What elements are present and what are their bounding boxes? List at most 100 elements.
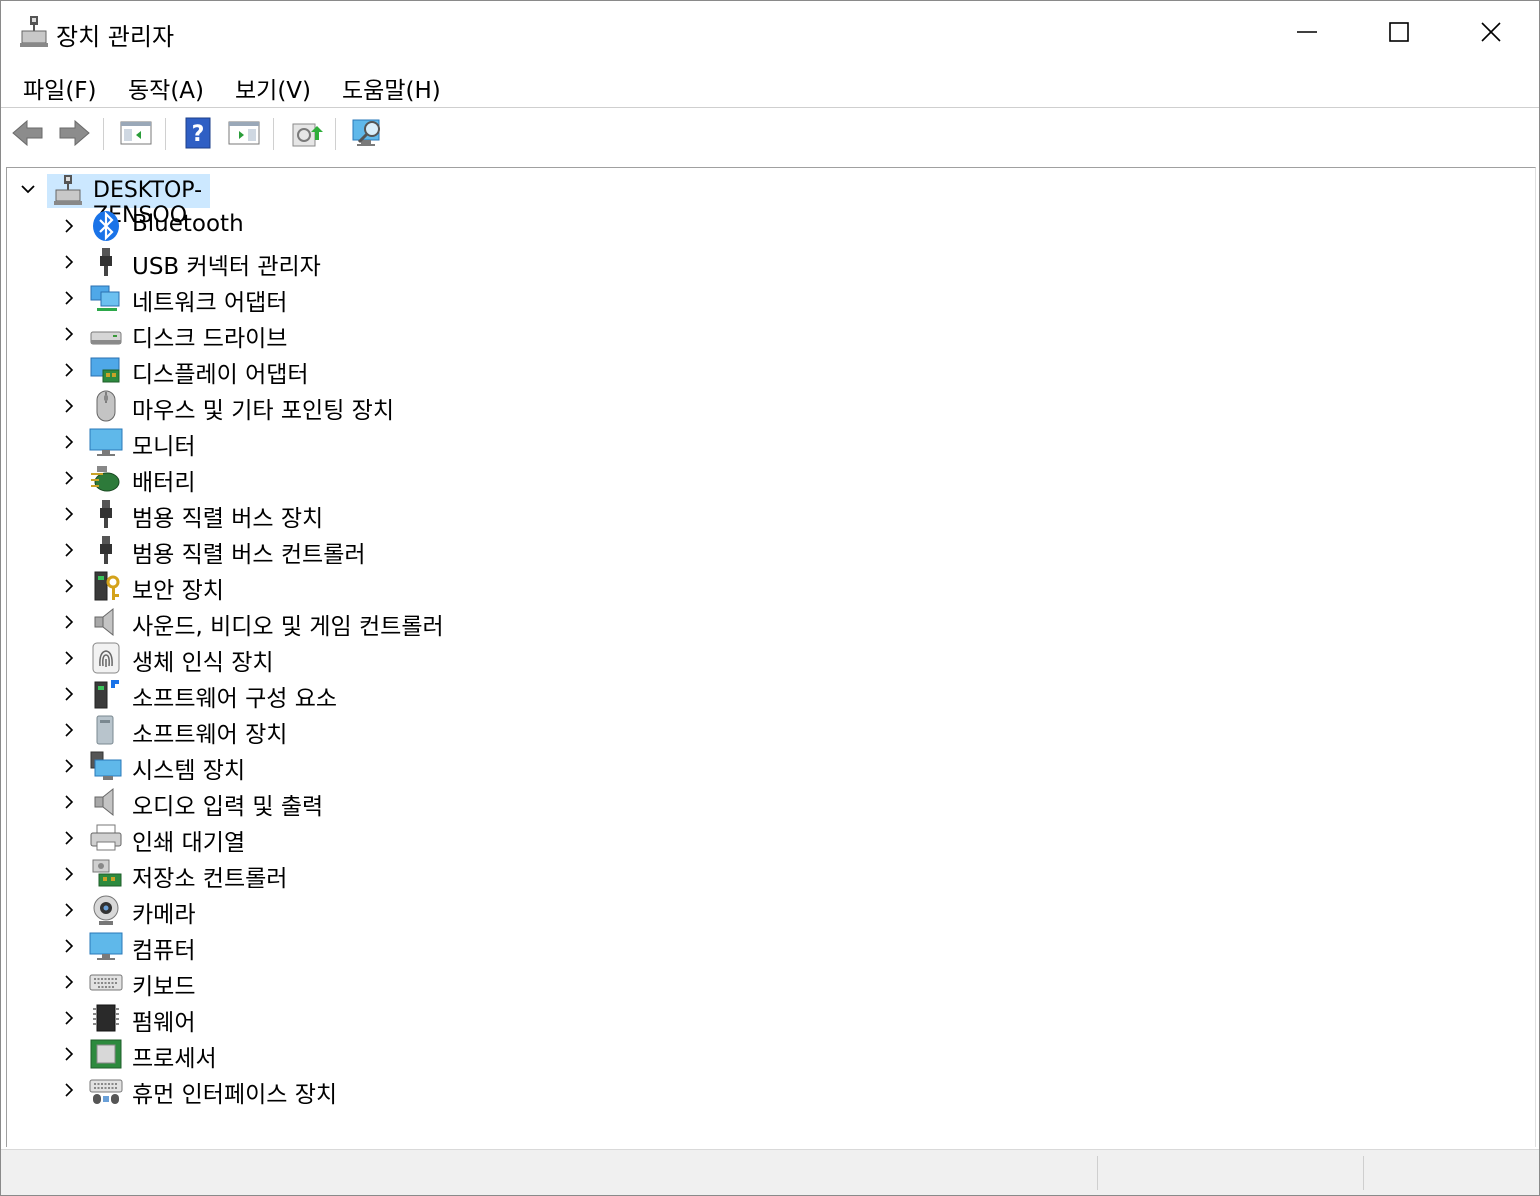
chevron-right-icon[interactable] <box>61 793 77 811</box>
scan-hardware-button[interactable] <box>351 116 385 150</box>
tree-item[interactable]: 생체 인식 장치 <box>7 640 907 676</box>
tree-item[interactable]: 인쇄 대기열 <box>7 820 907 856</box>
window-title: 장치 관리자 <box>56 23 175 51</box>
tree-item-label: 컴퓨터 <box>132 938 196 964</box>
tree-item[interactable]: 네트워크 어댑터 <box>7 280 907 316</box>
chevron-right-icon[interactable] <box>61 1045 77 1063</box>
chevron-right-icon[interactable] <box>61 649 77 667</box>
maximize-button[interactable] <box>1353 1 1445 63</box>
tree-item-label: 범용 직렬 버스 컨트롤러 <box>132 542 366 568</box>
tree-item[interactable]: 프로세서 <box>7 1036 907 1072</box>
software-device-icon <box>96 715 114 745</box>
tree-item-label: Bluetooth <box>132 211 244 237</box>
tree-item[interactable]: 사운드, 비디오 및 게임 컨트롤러 <box>7 604 907 640</box>
menu-view[interactable]: 보기(V) <box>235 71 311 105</box>
tree-item[interactable]: 소프트웨어 장치 <box>7 712 907 748</box>
chevron-right-icon[interactable] <box>61 433 77 451</box>
chevron-right-icon[interactable] <box>61 937 77 955</box>
disk-drive-icon <box>90 331 122 345</box>
tree-item-label: 프로세서 <box>132 1046 217 1072</box>
title-bar[interactable]: 장치 관리자 <box>1 1 1539 63</box>
back-button[interactable] <box>11 116 45 150</box>
tree-item[interactable]: USB 커넥터 관리자 <box>7 244 907 280</box>
storage-controller-icon <box>92 859 122 887</box>
tree-item[interactable]: 컴퓨터 <box>7 928 907 964</box>
tree-item[interactable]: 키보드 <box>7 964 907 1000</box>
tree-item[interactable]: 카메라 <box>7 892 907 928</box>
chevron-right-icon[interactable] <box>61 505 77 523</box>
scan-hardware-icon <box>352 119 380 146</box>
forward-icon <box>59 119 90 147</box>
chevron-right-icon[interactable] <box>61 901 77 919</box>
chevron-right-icon[interactable] <box>61 397 77 415</box>
chevron-right-icon[interactable] <box>61 865 77 883</box>
tree-item[interactable]: 펌웨어 <box>7 1000 907 1036</box>
tree-item-label: 배터리 <box>132 470 196 496</box>
action-pane-icon <box>228 121 260 145</box>
tree-item-label: 시스템 장치 <box>132 758 246 784</box>
tree-item[interactable]: 모니터 <box>7 424 907 460</box>
chevron-right-icon[interactable] <box>61 1081 77 1099</box>
tree-item[interactable]: 휴먼 인터페이스 장치 <box>7 1072 907 1108</box>
software-component-icon <box>94 680 119 709</box>
forward-button[interactable] <box>57 116 91 150</box>
system-device-icon <box>90 751 122 780</box>
chevron-right-icon[interactable] <box>61 721 77 739</box>
chevron-right-icon[interactable] <box>61 541 77 559</box>
close-icon <box>1481 22 1501 42</box>
tree-item-label: 네트워크 어댑터 <box>132 290 288 316</box>
tree-item[interactable]: 디스플레이 어댑터 <box>7 352 907 388</box>
tree-item-label: 디스크 드라이브 <box>132 326 288 352</box>
chevron-right-icon[interactable] <box>61 253 77 271</box>
tree-item-label: 저장소 컨트롤러 <box>132 866 288 892</box>
chevron-right-icon[interactable] <box>61 1009 77 1027</box>
device-tree[interactable]: DESKTOP-ZENSOO Bluetooth USB 커넥터 관리자 네트워크 … <box>6 167 1536 1147</box>
chevron-right-icon[interactable] <box>61 289 77 307</box>
chevron-right-icon[interactable] <box>61 685 77 703</box>
chevron-right-icon[interactable] <box>61 613 77 631</box>
minimize-button[interactable] <box>1261 1 1353 63</box>
tree-item-label: 모니터 <box>132 434 196 460</box>
close-button[interactable] <box>1445 1 1537 63</box>
menu-help[interactable]: 도움말(H) <box>342 71 441 105</box>
keyboard-icon <box>89 974 123 991</box>
menu-action[interactable]: 동작(A) <box>128 71 204 105</box>
chevron-right-icon[interactable] <box>61 577 77 595</box>
usb-connector-icon <box>100 248 112 276</box>
tree-item-label: 오디오 입력 및 출력 <box>132 794 324 820</box>
tree-item[interactable]: 시스템 장치 <box>7 748 907 784</box>
tree-item-label: 소프트웨어 구성 요소 <box>132 686 338 712</box>
action-pane-button[interactable] <box>227 116 261 150</box>
tree-item-label: 카메라 <box>132 902 196 928</box>
fingerprint-icon <box>92 642 120 674</box>
tree-item[interactable]: 보안 장치 <box>7 568 907 604</box>
tree-item[interactable]: 저장소 컨트롤러 <box>7 856 907 892</box>
tree-item[interactable]: 디스크 드라이브 <box>7 316 907 352</box>
chevron-right-icon[interactable] <box>61 469 77 487</box>
update-driver-button[interactable] <box>289 116 323 150</box>
chevron-down-icon[interactable] <box>19 180 37 198</box>
menu-file[interactable]: 파일(F) <box>23 71 97 105</box>
toolbar: ? <box>1 107 1539 157</box>
tree-item[interactable]: 마우스 및 기타 포인팅 장치 <box>7 388 907 424</box>
menu-bar: 파일(F) 동작(A) 보기(V) 도움말(H) <box>1 63 1539 107</box>
help-button[interactable]: ? <box>181 116 215 150</box>
chevron-right-icon[interactable] <box>61 757 77 775</box>
tree-item[interactable]: 범용 직렬 버스 컨트롤러 <box>7 532 907 568</box>
show-hide-console-tree-button[interactable] <box>119 116 153 150</box>
chevron-right-icon[interactable] <box>61 973 77 991</box>
chevron-right-icon[interactable] <box>61 325 77 343</box>
hid-icon <box>89 1079 123 1104</box>
device-manager-app-icon <box>20 16 48 47</box>
tree-item[interactable]: 오디오 입력 및 출력 <box>7 784 907 820</box>
tree-item[interactable]: Bluetooth <box>7 208 907 244</box>
tree-item[interactable]: 배터리 <box>7 460 907 496</box>
tree-item[interactable]: 범용 직렬 버스 장치 <box>7 496 907 532</box>
printer-icon <box>90 824 122 851</box>
chevron-right-icon[interactable] <box>61 217 77 235</box>
chevron-right-icon[interactable] <box>61 829 77 847</box>
chevron-right-icon[interactable] <box>61 361 77 379</box>
tree-item[interactable]: 소프트웨어 구성 요소 <box>7 676 907 712</box>
usb-device-icon <box>100 500 112 528</box>
minimize-icon <box>1297 31 1317 33</box>
